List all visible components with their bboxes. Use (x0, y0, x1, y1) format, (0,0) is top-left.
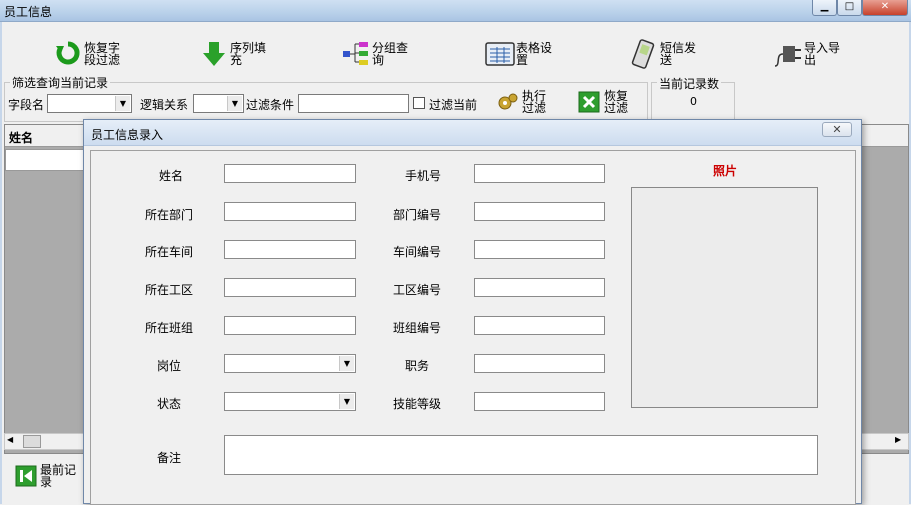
filter-condition-input[interactable] (298, 94, 409, 113)
department-code-label: 部门编号 (392, 208, 441, 222)
filter-group-legend: 筛选查询当前记录 (10, 74, 111, 91)
first-record-button[interactable]: 最前记录 (12, 458, 78, 494)
work-area-input[interactable] (224, 278, 356, 297)
sequence-fill-label: 序列填充 (230, 41, 267, 67)
import-export-button[interactable]: 导入导出 (772, 34, 840, 74)
position-input[interactable] (474, 354, 605, 373)
photo-box[interactable] (631, 187, 818, 408)
table-row[interactable] (5, 149, 87, 171)
filter-current-checkbox[interactable] (413, 97, 425, 109)
department-code-input[interactable] (474, 202, 605, 221)
restore-field-filter-button[interactable]: 恢复字段过滤 (52, 34, 120, 74)
team-label: 所在班组 (144, 321, 193, 335)
status-label: 状态 (156, 397, 181, 411)
remark-label: 备注 (156, 451, 181, 465)
phone-icon (628, 38, 660, 70)
table-settings-button[interactable]: 表格设置 (484, 34, 552, 74)
sms-send-button[interactable]: 短信发送 (628, 34, 696, 74)
logic-relation-label: 逻辑关系 (140, 98, 189, 112)
chevron-down-icon: ▼ (227, 96, 242, 111)
sequence-fill-button[interactable]: 序列填充 (198, 34, 266, 74)
table-settings-label: 表格设置 (516, 41, 553, 67)
chevron-down-icon: ▼ (115, 96, 130, 111)
first-record-label: 最前记录 (40, 463, 77, 489)
dialog-close-button[interactable]: ✕ (822, 122, 852, 137)
down-arrow-icon (198, 38, 230, 70)
window-titlebar: 员工信息 ▁ □ ✕ (0, 0, 911, 22)
group-query-button[interactable]: 分组查询 (340, 34, 408, 74)
work-area-code-input[interactable] (474, 278, 605, 297)
filter-current-label: 过滤当前 (429, 98, 478, 112)
work-area-label: 所在工区 (144, 283, 193, 297)
group-query-label: 分组查询 (372, 41, 409, 67)
skill-level-input[interactable] (474, 392, 605, 411)
dialog-titlebar: 员工信息录入 ✕ (84, 120, 861, 146)
sms-send-label: 短信发送 (660, 41, 697, 67)
name-label: 姓名 (158, 169, 183, 183)
record-count-value: 0 (690, 95, 697, 108)
restore-field-filter-label: 恢复字段过滤 (84, 41, 121, 67)
work-area-code-label: 工区编号 (392, 283, 441, 297)
field-name-combo[interactable]: ▼ (47, 94, 132, 113)
workshop-code-label: 车间编号 (392, 245, 441, 259)
restore-arrow-icon (52, 38, 84, 70)
post-select[interactable]: ▼ (224, 354, 356, 373)
first-record-icon (12, 462, 40, 490)
employee-entry-dialog: 员工信息录入 ✕ 姓名 所在部门 所在车间 所在工区 所在班组 岗位 状态 ▼ … (83, 119, 862, 505)
status-select[interactable]: ▼ (224, 392, 356, 411)
mobile-label: 手机号 (404, 169, 441, 183)
restore-filter-button[interactable]: 恢复过滤 (574, 86, 630, 118)
restore-filter-label: 恢复过滤 (604, 89, 629, 115)
post-label: 岗位 (156, 359, 181, 373)
team-code-label: 班组编号 (392, 321, 441, 335)
grid-column-header-name[interactable]: 姓名 (9, 129, 33, 146)
department-label: 所在部门 (144, 208, 193, 222)
workshop-code-input[interactable] (474, 240, 605, 259)
position-label: 职务 (404, 359, 429, 373)
cancel-x-icon (574, 88, 604, 116)
chevron-down-icon: ▼ (339, 356, 354, 371)
plug-icon (772, 38, 804, 70)
tree-group-icon (340, 38, 372, 70)
scroll-left-icon[interactable]: ◀ (7, 435, 13, 444)
dialog-title: 员工信息录入 (91, 128, 164, 142)
skill-level-label: 技能等级 (392, 397, 441, 411)
maximize-button[interactable]: □ (837, 0, 862, 16)
dialog-form-panel: 姓名 所在部门 所在车间 所在工区 所在班组 岗位 状态 ▼ ▼ 手机号 部门编… (90, 150, 856, 505)
close-button[interactable]: ✕ (862, 0, 908, 16)
mobile-input[interactable] (474, 164, 605, 183)
photo-label: 照片 (713, 164, 738, 178)
execute-filter-button[interactable]: 执行过滤 (494, 86, 548, 118)
record-count-legend: 当前记录数 (657, 75, 722, 92)
field-name-label: 字段名 (8, 98, 45, 112)
team-code-input[interactable] (474, 316, 605, 335)
scroll-right-icon[interactable]: ▶ (895, 435, 901, 444)
name-input[interactable] (224, 164, 356, 183)
minimize-button[interactable]: ▁ (812, 0, 837, 16)
window-title: 员工信息 (4, 5, 53, 19)
execute-filter-label: 执行过滤 (522, 89, 547, 115)
scroll-thumb[interactable] (23, 435, 41, 448)
chevron-down-icon: ▼ (339, 394, 354, 409)
workshop-input[interactable] (224, 240, 356, 259)
department-input[interactable] (224, 202, 356, 221)
workshop-label: 所在车间 (144, 245, 193, 259)
team-input[interactable] (224, 316, 356, 335)
table-icon (484, 38, 516, 70)
remark-textarea[interactable] (224, 435, 818, 475)
logic-relation-combo[interactable]: ▼ (193, 94, 244, 113)
import-export-label: 导入导出 (804, 41, 841, 67)
filter-condition-label: 过滤条件 (246, 98, 295, 112)
gears-icon (494, 88, 522, 116)
